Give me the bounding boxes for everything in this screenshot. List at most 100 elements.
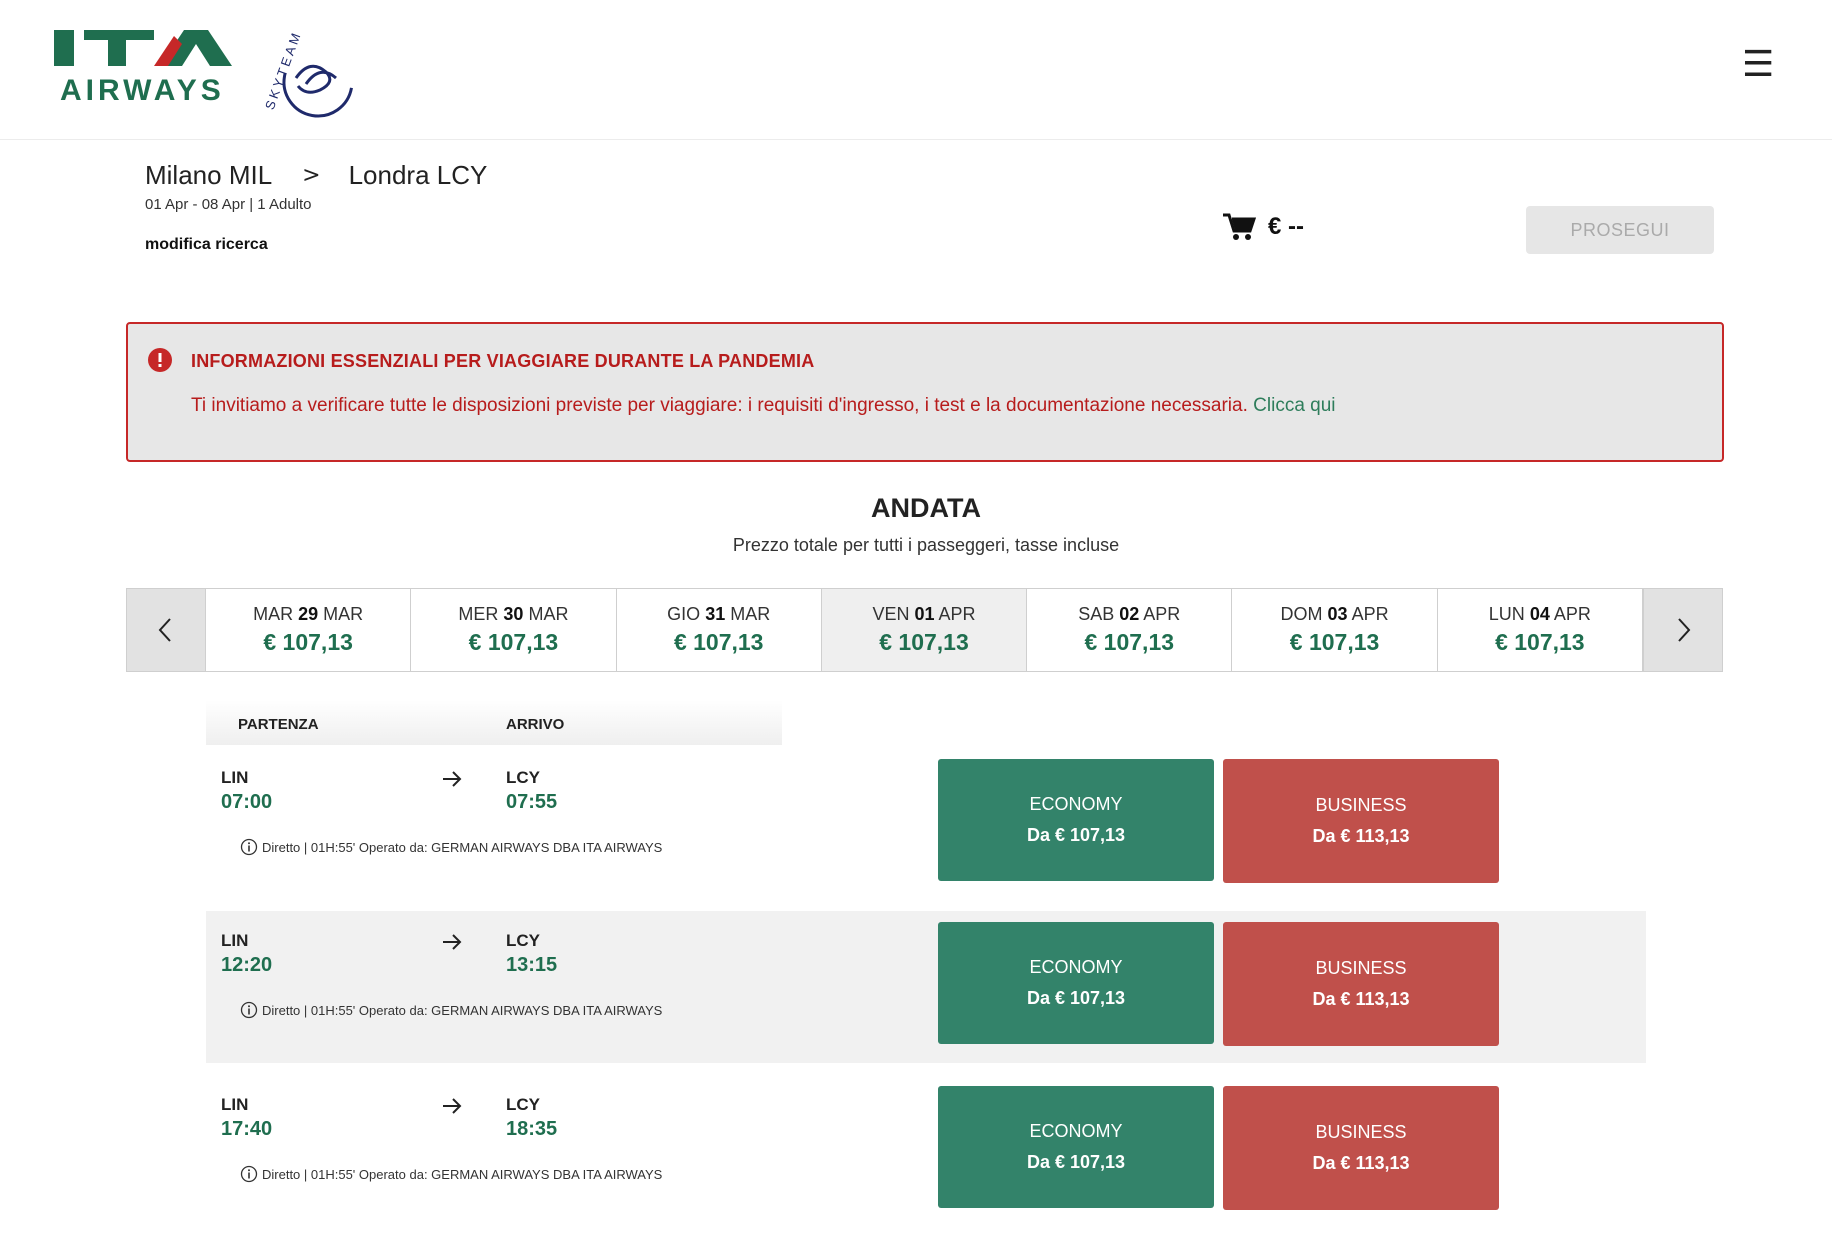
fare-price: Da € 107,13: [1026, 1152, 1126, 1172]
date-price: € 107,13: [468, 629, 559, 655]
date-day: 30: [503, 604, 524, 624]
date-month: APR: [1553, 604, 1591, 624]
info-icon: [240, 1165, 258, 1183]
business-fare-button[interactable]: BUSINESS Da € 113,13: [1223, 1086, 1499, 1210]
date-dow: MAR: [253, 604, 294, 624]
date-day: 04: [1529, 604, 1550, 624]
flight-info[interactable]: Diretto | 01H:55' Operato da: GERMAN AIR…: [240, 1165, 662, 1183]
flight-info[interactable]: Diretto | 01H:55' Operato da: GERMAN AIR…: [240, 1001, 662, 1019]
flight-row: LIN 17:40 LCY 18:35 Diretto | 01H:55' Op…: [206, 1075, 1646, 1227]
economy-fare-button[interactable]: ECONOMY Da € 107,13: [938, 922, 1214, 1044]
arrival-time: 18:35: [506, 1118, 558, 1140]
date-dow: GIO: [667, 604, 701, 624]
fare-name: ECONOMY: [1029, 794, 1123, 814]
flight-arrival: LCY 13:15: [506, 931, 557, 977]
flight-info-text: Diretto | 01H:55' Operato da: GERMAN AIR…: [262, 839, 663, 855]
date-dow: SAB: [1078, 604, 1115, 624]
date-price: € 107,13: [1084, 629, 1175, 655]
date-option[interactable]: GIO 31 MAR € 107,13: [616, 589, 822, 671]
date-dow: DOM: [1280, 604, 1323, 624]
next-dates-button[interactable]: [1642, 589, 1722, 671]
date-option[interactable]: LUN 04 APR € 107,13: [1437, 589, 1643, 671]
date-month: MAR: [528, 604, 569, 624]
cart-price: € --: [1268, 213, 1304, 240]
arrival-column-label: ARRIVO: [506, 716, 565, 733]
business-fare-button[interactable]: BUSINESS Da € 113,13: [1223, 922, 1499, 1046]
top-header: AIRWAYS SKYTEAM ☰: [0, 0, 1832, 140]
fare-price: Da € 113,13: [1312, 989, 1410, 1009]
date-selector: MAR 29 MAR € 107,13 MER 30 MAR € 107,13 …: [126, 588, 1723, 672]
alert-text: Ti invitiamo a verificare tutte le dispo…: [191, 395, 1248, 416]
arrow-right-icon: [443, 934, 462, 950]
date-day: 02: [1119, 604, 1140, 624]
proceed-button[interactable]: PROSEGUI: [1526, 206, 1714, 254]
date-day: 29: [298, 604, 319, 624]
date-day: 01: [914, 604, 935, 624]
date-label: MAR 29 MAR: [253, 604, 363, 625]
cart-summary[interactable]: € --: [1222, 212, 1304, 242]
fare-price: Da € 113,13: [1312, 826, 1410, 846]
date-option[interactable]: SAB 02 APR € 107,13: [1027, 589, 1233, 671]
date-month: APR: [1143, 604, 1181, 624]
flight-columns-header: PARTENZA ARRIVO: [206, 700, 782, 745]
fare-price: Da € 107,13: [1026, 988, 1126, 1008]
date-label: VEN 01 APR: [872, 604, 975, 625]
flight-info-text: Diretto | 01H:55' Operato da: GERMAN AIR…: [262, 1166, 663, 1182]
origin-city: Milano MIL: [145, 159, 273, 190]
alert-link[interactable]: Clicca qui: [1253, 395, 1335, 416]
hamburger-icon[interactable]: ☰: [1742, 47, 1774, 83]
date-dow: MER: [458, 604, 499, 624]
info-icon: [240, 838, 258, 856]
date-price: € 107,13: [879, 629, 969, 655]
fare-name: BUSINESS: [1315, 1122, 1407, 1142]
fare-name: ECONOMY: [1029, 1121, 1123, 1141]
destination-city: Londra LCY: [348, 159, 488, 190]
logo-text-airways: AIRWAYS: [60, 74, 225, 107]
departure-column-label: PARTENZA: [238, 716, 319, 733]
arrival-airport: LCY: [506, 1095, 540, 1114]
modify-search-link[interactable]: modifica ricerca: [145, 236, 268, 254]
economy-fare-button[interactable]: ECONOMY Da € 107,13: [938, 759, 1214, 881]
flight-row: LIN 07:00 LCY 07:55 Diretto | 01H:55' Op…: [206, 748, 1646, 900]
flight-departure: LIN 07:00: [221, 768, 272, 814]
date-option[interactable]: MER 30 MAR € 107,13: [411, 589, 617, 671]
fare-price: Da € 113,13: [1312, 1153, 1410, 1173]
info-icon: [240, 1001, 258, 1019]
business-fare-button[interactable]: BUSINESS Da € 113,13: [1223, 759, 1499, 883]
date-label: MER 30 MAR: [458, 604, 568, 625]
date-option[interactable]: MAR 29 MAR € 107,13: [206, 589, 412, 671]
fare-name: BUSINESS: [1315, 795, 1407, 815]
fare-name: ECONOMY: [1029, 957, 1123, 977]
date-label: SAB 02 APR: [1078, 604, 1180, 625]
cart-icon: [1223, 213, 1256, 240]
date-option-selected[interactable]: VEN 01 APR € 107,13: [821, 589, 1028, 671]
date-price: € 107,13: [263, 629, 353, 655]
date-month: APR: [1351, 604, 1389, 624]
arrow-right-icon: [443, 1098, 462, 1114]
departure-airport: LIN: [221, 1095, 249, 1114]
chevron-left-icon: [158, 618, 171, 642]
flight-departure: LIN 12:20: [221, 931, 272, 977]
economy-fare-button[interactable]: ECONOMY Da € 107,13: [938, 1086, 1214, 1208]
flight-info-text: Diretto | 01H:55' Operato da: GERMAN AIR…: [262, 1002, 663, 1018]
flight-info[interactable]: Diretto | 01H:55' Operato da: GERMAN AIR…: [240, 838, 662, 856]
departure-time: 07:00: [221, 791, 273, 813]
date-dow: LUN: [1488, 604, 1525, 624]
date-month: MAR: [323, 604, 364, 624]
section-subtitle: Prezzo totale per tutti i passeggeri, ta…: [732, 535, 1120, 555]
ita-airways-logo[interactable]: AIRWAYS SKYTEAM: [50, 20, 360, 120]
alert-title: INFORMAZIONI ESSENZIALI PER VIAGGIARE DU…: [191, 351, 815, 371]
chevron-right-icon: >: [302, 162, 321, 188]
date-option[interactable]: DOM 03 APR € 107,13: [1232, 589, 1438, 671]
date-label: DOM 03 APR: [1281, 604, 1389, 625]
arrow-right-icon: [443, 771, 462, 787]
route-summary: Milano MIL > Londra LCY 01 Apr - 08 Apr …: [145, 158, 488, 214]
flight-departure: LIN 17:40: [221, 1095, 272, 1141]
prev-dates-button[interactable]: [127, 589, 206, 671]
logo-text-skyteam: SKYTEAM: [262, 28, 305, 111]
date-label: GIO 31 MAR: [667, 604, 770, 625]
flight-arrival: LCY 18:35: [506, 1095, 557, 1141]
arrival-time: 13:15: [506, 954, 558, 976]
date-label: LUN 04 APR: [1489, 604, 1591, 625]
date-month: APR: [938, 604, 976, 624]
